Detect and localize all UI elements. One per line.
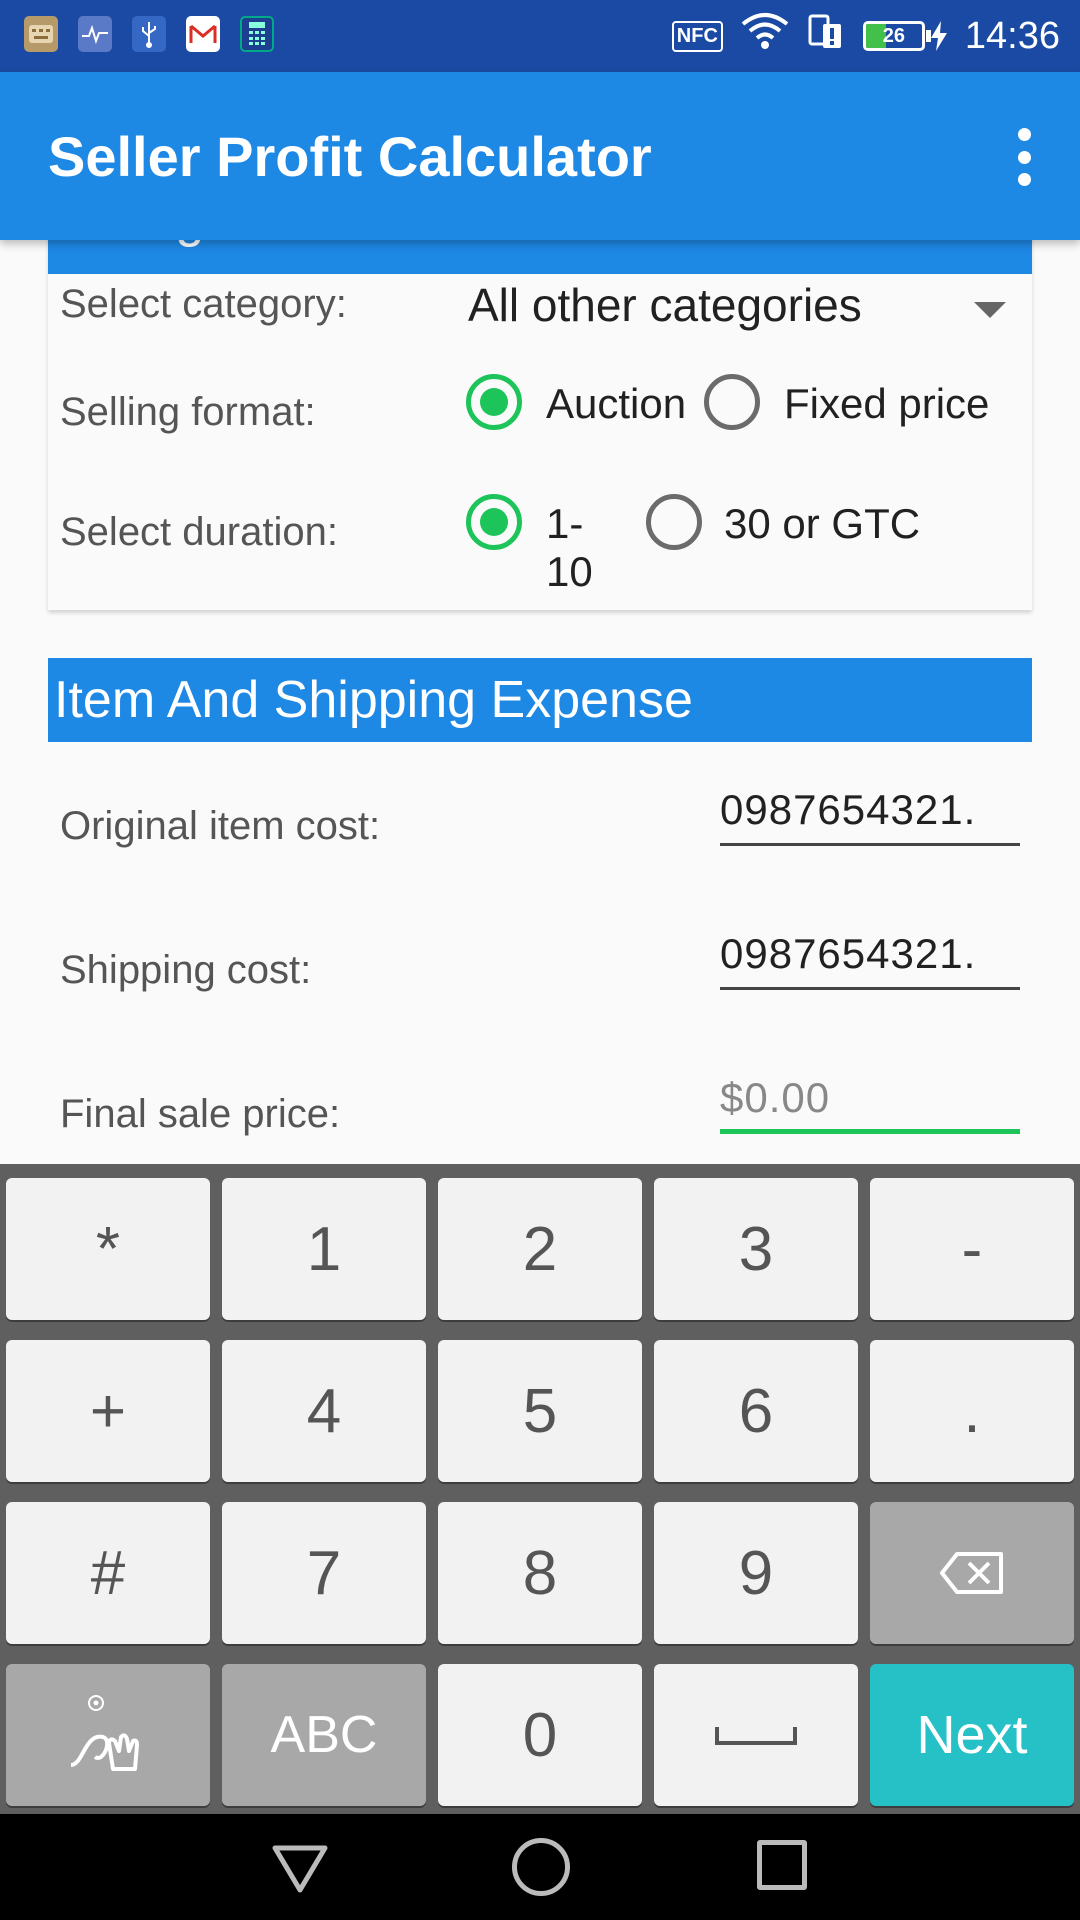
clock: 14:36 — [964, 14, 1060, 57]
dot-icon — [1017, 150, 1031, 164]
key-9[interactable]: 9 — [654, 1502, 858, 1644]
key-6[interactable]: 6 — [654, 1340, 858, 1482]
back-icon[interactable] — [272, 1844, 328, 1894]
format-label: Selling format: — [60, 390, 316, 434]
key-8[interactable]: 8 — [438, 1502, 642, 1644]
key-3[interactable]: 3 — [654, 1178, 858, 1320]
key-hash[interactable]: # — [6, 1502, 210, 1644]
shipping-cost-label: Shipping cost: — [60, 948, 312, 992]
content-scroll[interactable]: Listing Information Select category: All… — [0, 240, 1080, 1164]
dot-icon — [1017, 128, 1031, 141]
status-indicators: NFC 26 14:36 — [671, 0, 1060, 72]
format-radio-auction[interactable]: Auction — [466, 368, 686, 438]
key-5[interactable]: 5 — [438, 1340, 642, 1482]
radio-checked-icon — [466, 374, 522, 430]
category-value: All other categories — [468, 279, 862, 331]
shipping-cost-input[interactable]: 0987654321. — [720, 926, 1020, 990]
final-price-label: Final sale price: — [60, 1092, 341, 1136]
expense-section-header: Item And Shipping Expense — [48, 658, 1032, 742]
duration-radio-long[interactable]: 30 or GTC — [646, 488, 946, 558]
gmail-icon — [186, 16, 220, 52]
app-screen: NFC 26 14:36 Seller Profit Calculator Li… — [0, 0, 1080, 1920]
key-next[interactable]: Next — [870, 1664, 1074, 1806]
key-2[interactable]: 2 — [438, 1178, 642, 1320]
final-price-input[interactable]: $0.00 — [720, 1070, 1020, 1134]
radio-unchecked-icon — [704, 374, 760, 430]
format-option-auction: Auction — [546, 380, 687, 427]
key-abc[interactable]: ABC — [222, 1664, 426, 1806]
radio-checked-icon — [466, 494, 522, 550]
recent-apps-icon[interactable] — [757, 1840, 807, 1890]
usb-icon — [132, 16, 166, 52]
dropdown-arrow-icon — [974, 302, 1006, 318]
format-radio-fixed[interactable]: Fixed price — [704, 368, 1004, 438]
key-1[interactable]: 1 — [222, 1178, 426, 1320]
battery-level: 26 — [882, 24, 906, 47]
listing-section-title: Listing Information — [54, 240, 479, 248]
handwriting-settings-icon — [70, 1695, 139, 1771]
health-icon — [78, 16, 112, 52]
key-backspace[interactable] — [870, 1502, 1074, 1644]
navigation-bar — [0, 1814, 1080, 1920]
key-asterisk[interactable]: * — [6, 1178, 210, 1320]
listing-info-card: Listing Information Select category: All… — [48, 240, 1032, 610]
overflow-menu-button[interactable] — [996, 122, 1052, 192]
original-cost-input[interactable]: 0987654321. — [720, 782, 1020, 846]
format-option-fixed-price: Fixed price — [784, 380, 990, 427]
numeric-keyboard: * 1 2 3 - + 4 5 6 . # 7 8 9 ABC 0 Next — [0, 1164, 1080, 1814]
duration-option-30-gtc: 30 or GTC — [724, 500, 921, 547]
duration-radio-short[interactable]: 1-10 — [466, 488, 626, 595]
key-0[interactable]: 0 — [438, 1664, 642, 1806]
key-7[interactable]: 7 — [222, 1502, 426, 1644]
radio-unchecked-icon — [646, 494, 702, 550]
home-icon[interactable] — [512, 1838, 570, 1896]
battery-icon: 26 — [862, 21, 947, 51]
notification-icons — [24, 16, 274, 52]
key-space[interactable] — [654, 1664, 858, 1806]
charging-icon — [930, 21, 947, 51]
key-period[interactable]: . — [870, 1340, 1074, 1482]
sim-alert-icon — [807, 12, 845, 60]
original-cost-label: Original item cost: — [60, 804, 381, 848]
key-minus[interactable]: - — [870, 1178, 1074, 1320]
backspace-icon — [940, 1552, 1003, 1594]
space-icon — [715, 1727, 797, 1745]
nfc-icon: NFC — [671, 20, 723, 52]
app-title: Seller Profit Calculator — [48, 125, 652, 188]
keyboard-icon — [24, 16, 58, 52]
duration-option-1-10: 1-10 — [546, 500, 593, 595]
wifi-icon — [741, 12, 789, 60]
category-spinner[interactable]: All other categories — [468, 264, 1032, 354]
calculator-icon — [240, 16, 274, 52]
app-bar: Seller Profit Calculator — [0, 72, 1080, 240]
category-label: Select category: — [60, 282, 347, 326]
key-plus[interactable]: + — [6, 1340, 210, 1482]
status-bar: NFC 26 14:36 — [0, 0, 1080, 72]
dot-icon — [1017, 173, 1031, 186]
key-4[interactable]: 4 — [222, 1340, 426, 1482]
duration-label: Select duration: — [60, 510, 338, 554]
key-handwriting[interactable] — [6, 1664, 210, 1806]
expense-card: Item And Shipping Expense Original item … — [48, 658, 1032, 1164]
